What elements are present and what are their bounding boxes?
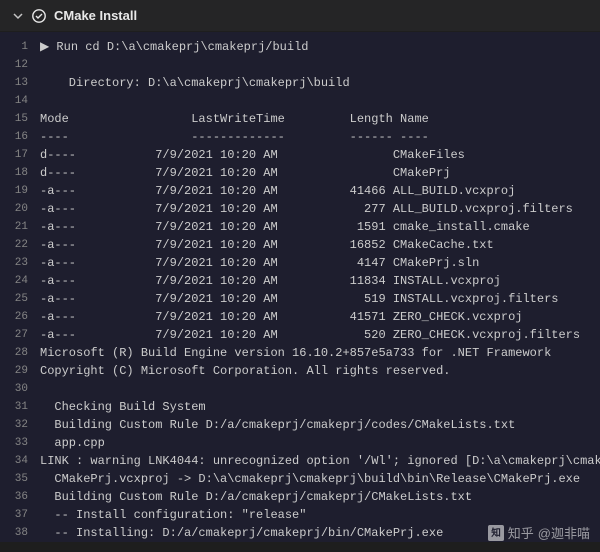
line-number: 33	[0, 434, 40, 452]
line-content: Mode LastWriteTime Length Name	[40, 110, 429, 128]
terminal-line: 28Microsoft (R) Build Engine version 16.…	[0, 344, 600, 362]
terminal-line: 22-a--- 7/9/2021 10:20 AM 16852 CMakeCac…	[0, 236, 600, 254]
line-number: 23	[0, 254, 40, 272]
line-content: -a--- 7/9/2021 10:20 AM 520 ZERO_CHECK.v…	[40, 326, 580, 344]
line-content: d---- 7/9/2021 10:20 AM CMakeFiles	[40, 146, 465, 164]
line-number: 17	[0, 146, 40, 164]
terminal-line: 35 CMakePrj.vcxproj -> D:\a\cmakeprj\cma…	[0, 470, 600, 488]
terminal-line: 26-a--- 7/9/2021 10:20 AM 41571 ZERO_CHE…	[0, 308, 600, 326]
line-number: 29	[0, 362, 40, 380]
terminal-line: 25-a--- 7/9/2021 10:20 AM 519 INSTALL.vc…	[0, 290, 600, 308]
line-content: -a--- 7/9/2021 10:20 AM 16852 CMakeCache…	[40, 236, 494, 254]
line-number: 27	[0, 326, 40, 344]
line-number: 34	[0, 452, 40, 470]
terminal-line: 29Copyright (C) Microsoft Corporation. A…	[0, 362, 600, 380]
terminal-line: 15Mode LastWriteTime Length Name	[0, 110, 600, 128]
terminal-line: 24-a--- 7/9/2021 10:20 AM 11834 INSTALL.…	[0, 272, 600, 290]
terminal-line: 33 app.cpp	[0, 434, 600, 452]
line-number: 38	[0, 524, 40, 542]
line-number: 13	[0, 74, 40, 92]
line-content: Checking Build System	[40, 398, 206, 416]
terminal-line: 27-a--- 7/9/2021 10:20 AM 520 ZERO_CHECK…	[0, 326, 600, 344]
terminal-line: 38 -- Installing: D:/a/cmakeprj/cmakeprj…	[0, 524, 600, 542]
terminal-line: 36 Building Custom Rule D:/a/cmakeprj/cm…	[0, 488, 600, 506]
line-content: Directory: D:\a\cmakeprj\cmakeprj\build	[40, 74, 350, 92]
line-number: 24	[0, 272, 40, 290]
line-content: Building Custom Rule D:/a/cmakeprj/cmake…	[40, 416, 515, 434]
terminal-line: 16---- ------------- ------ ----	[0, 128, 600, 146]
terminal-line: 14	[0, 92, 600, 110]
line-content: ---- ------------- ------ ----	[40, 128, 429, 146]
terminal-line: 31 Checking Build System	[0, 398, 600, 416]
line-number: 35	[0, 470, 40, 488]
line-number: 18	[0, 164, 40, 182]
line-content: Microsoft (R) Build Engine version 16.10…	[40, 344, 551, 362]
terminal-line: 30	[0, 380, 600, 398]
line-number: 19	[0, 182, 40, 200]
line-content: -a--- 7/9/2021 10:20 AM 41571 ZERO_CHECK…	[40, 308, 522, 326]
line-number: 12	[0, 56, 40, 74]
line-content: -a--- 7/9/2021 10:20 AM 277 ALL_BUILD.vc…	[40, 200, 573, 218]
line-number: 32	[0, 416, 40, 434]
terminal-line: 17d---- 7/9/2021 10:20 AM CMakeFiles	[0, 146, 600, 164]
line-number: 22	[0, 236, 40, 254]
terminal-line: 1▶ Run cd D:\a\cmakeprj\cmakeprj/build	[0, 38, 600, 56]
line-number: 31	[0, 398, 40, 416]
terminal-line: 20-a--- 7/9/2021 10:20 AM 277 ALL_BUILD.…	[0, 200, 600, 218]
line-content: CMakePrj.vcxproj -> D:\a\cmakeprj\cmakep…	[40, 470, 580, 488]
panel-header[interactable]: CMake Install	[0, 0, 600, 32]
line-number: 30	[0, 380, 40, 398]
line-number: 21	[0, 218, 40, 236]
line-number: 20	[0, 200, 40, 218]
line-content: -a--- 7/9/2021 10:20 AM 1591 cmake_insta…	[40, 218, 530, 236]
line-content: app.cpp	[40, 434, 105, 452]
line-number: 15	[0, 110, 40, 128]
terminal-line: 23-a--- 7/9/2021 10:20 AM 4147 CMakePrj.…	[0, 254, 600, 272]
line-number: 37	[0, 506, 40, 524]
line-content: -- Installing: D:/a/cmakeprj/cmakeprj/bi…	[40, 524, 443, 542]
line-content: -a--- 7/9/2021 10:20 AM 519 INSTALL.vcxp…	[40, 290, 558, 308]
collapse-chevron-icon[interactable]	[12, 10, 24, 22]
line-content: -a--- 7/9/2021 10:20 AM 4147 CMakePrj.sl…	[40, 254, 479, 272]
line-number: 26	[0, 308, 40, 326]
line-content: -a--- 7/9/2021 10:20 AM 11834 INSTALL.vc…	[40, 272, 501, 290]
line-number: 16	[0, 128, 40, 146]
success-check-icon	[32, 9, 46, 23]
line-number: 36	[0, 488, 40, 506]
line-content: LINK : warning LNK4044: unrecognized opt…	[40, 452, 600, 470]
terminal-line: 37 -- Install configuration: "release"	[0, 506, 600, 524]
line-content: d---- 7/9/2021 10:20 AM CMakePrj	[40, 164, 450, 182]
terminal-line: 18d---- 7/9/2021 10:20 AM CMakePrj	[0, 164, 600, 182]
line-content: ▶ Run cd D:\a\cmakeprj\cmakeprj/build	[40, 38, 308, 56]
terminal-output[interactable]: 1▶ Run cd D:\a\cmakeprj\cmakeprj/build12…	[0, 32, 600, 542]
line-number: 25	[0, 290, 40, 308]
line-content: Copyright (C) Microsoft Corporation. All…	[40, 362, 450, 380]
terminal-line: 34LINK : warning LNK4044: unrecognized o…	[0, 452, 600, 470]
line-content: -a--- 7/9/2021 10:20 AM 41466 ALL_BUILD.…	[40, 182, 515, 200]
line-number: 28	[0, 344, 40, 362]
line-content: -- Install configuration: "release"	[40, 506, 306, 524]
terminal-line: 12	[0, 56, 600, 74]
terminal-line: 32 Building Custom Rule D:/a/cmakeprj/cm…	[0, 416, 600, 434]
line-number: 1	[0, 38, 40, 56]
terminal-line: 19-a--- 7/9/2021 10:20 AM 41466 ALL_BUIL…	[0, 182, 600, 200]
line-content: Building Custom Rule D:/a/cmakeprj/cmake…	[40, 488, 472, 506]
panel-title: CMake Install	[54, 8, 137, 23]
line-number: 14	[0, 92, 40, 110]
terminal-line: 21-a--- 7/9/2021 10:20 AM 1591 cmake_ins…	[0, 218, 600, 236]
terminal-line: 13 Directory: D:\a\cmakeprj\cmakeprj\bui…	[0, 74, 600, 92]
